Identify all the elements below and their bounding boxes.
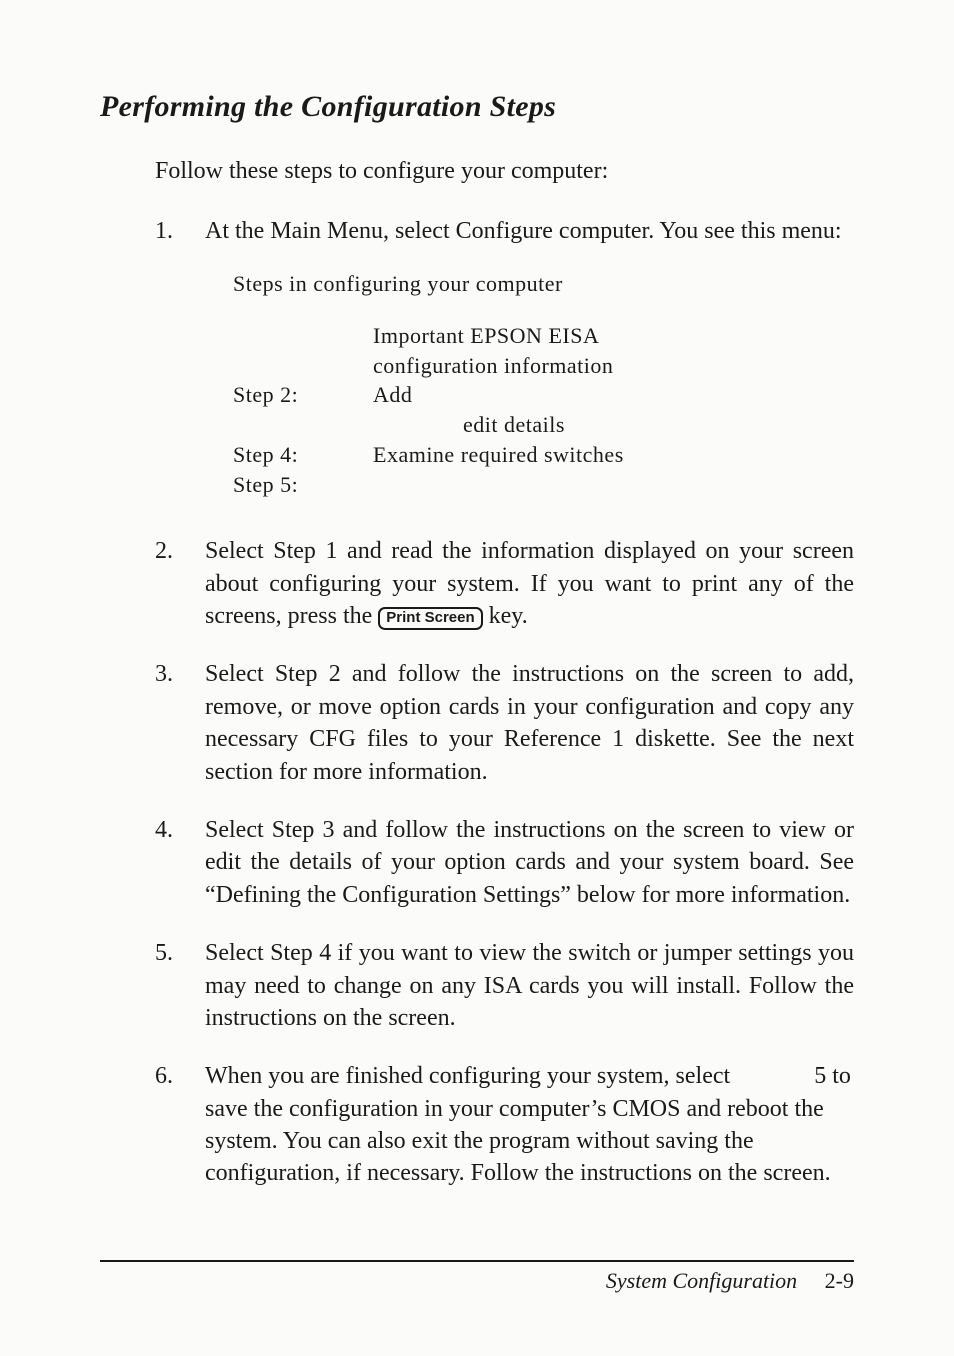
menu-row-label: Step 2: (233, 380, 373, 410)
step-text-post: key. (483, 603, 528, 629)
menu-row-text: configuration information (373, 351, 854, 381)
step-text: When you are finished configuring your s… (205, 1060, 854, 1190)
menu-row-text: Examine required switches (373, 440, 854, 470)
print-screen-key-icon: Print Screen (378, 607, 482, 630)
menu-row: Step 2: Add (233, 380, 854, 410)
steps-list: 1. At the Main Menu, select Configure co… (155, 215, 854, 1190)
menu-row-label: Step 5: (233, 470, 373, 500)
step-number: 3. (155, 658, 183, 788)
menu-row-text: edit details (373, 410, 854, 440)
menu-title: Steps in configuring your computer (233, 269, 854, 299)
menu-row: edit details (233, 410, 854, 440)
menu-row: Important EPSON EISA (233, 321, 854, 351)
menu-block: Steps in configuring your computer Impor… (233, 269, 854, 499)
step-5: 5. Select Step 4 if you want to view the… (155, 937, 854, 1034)
menu-row-label (233, 321, 373, 351)
step-text: At the Main Menu, select Configure compu… (205, 215, 854, 247)
step-text-pre: Select Step 1 and read the information d… (205, 538, 854, 629)
page-footer: System Configuration 2-9 (100, 1260, 854, 1294)
step-2: 2. Select Step 1 and read the informatio… (155, 535, 854, 632)
menu-row-text: Add (373, 380, 854, 410)
step-number: 5. (155, 937, 183, 1034)
step-number: 4. (155, 814, 183, 911)
footer-rule (100, 1260, 854, 1262)
menu-row-text (373, 470, 854, 500)
menu-row-label (233, 351, 373, 381)
menu-row-text: Important EPSON EISA (373, 321, 854, 351)
step-6: 6. When you are finished configuring you… (155, 1060, 854, 1190)
menu-row: configuration information (233, 351, 854, 381)
menu-row: Step 4: Examine required switches (233, 440, 854, 470)
step-3: 3. Select Step 2 and follow the instruct… (155, 658, 854, 788)
step-number: 2. (155, 535, 183, 632)
intro-text: Follow these steps to configure your com… (155, 158, 854, 185)
step-text: Select Step 3 and follow the instruction… (205, 814, 854, 911)
step-text: Select Step 2 and follow the instruction… (205, 658, 854, 788)
menu-row-label: Step 4: (233, 440, 373, 470)
footer-label: System Configuration (606, 1268, 797, 1293)
step-number: 6. (155, 1060, 183, 1190)
step-4: 4. Select Step 3 and follow the instruct… (155, 814, 854, 911)
step-1: 1. At the Main Menu, select Configure co… (155, 215, 854, 509)
step-number: 1. (155, 215, 183, 509)
step-text: Select Step 4 if you want to view the sw… (205, 937, 854, 1034)
menu-row: Step 5: (233, 470, 854, 500)
menu-row-label (233, 410, 373, 440)
section-heading: Performing the Configuration Steps (100, 90, 854, 124)
step-text: Select Step 1 and read the information d… (205, 535, 854, 632)
page-number: 2-9 (825, 1268, 854, 1293)
